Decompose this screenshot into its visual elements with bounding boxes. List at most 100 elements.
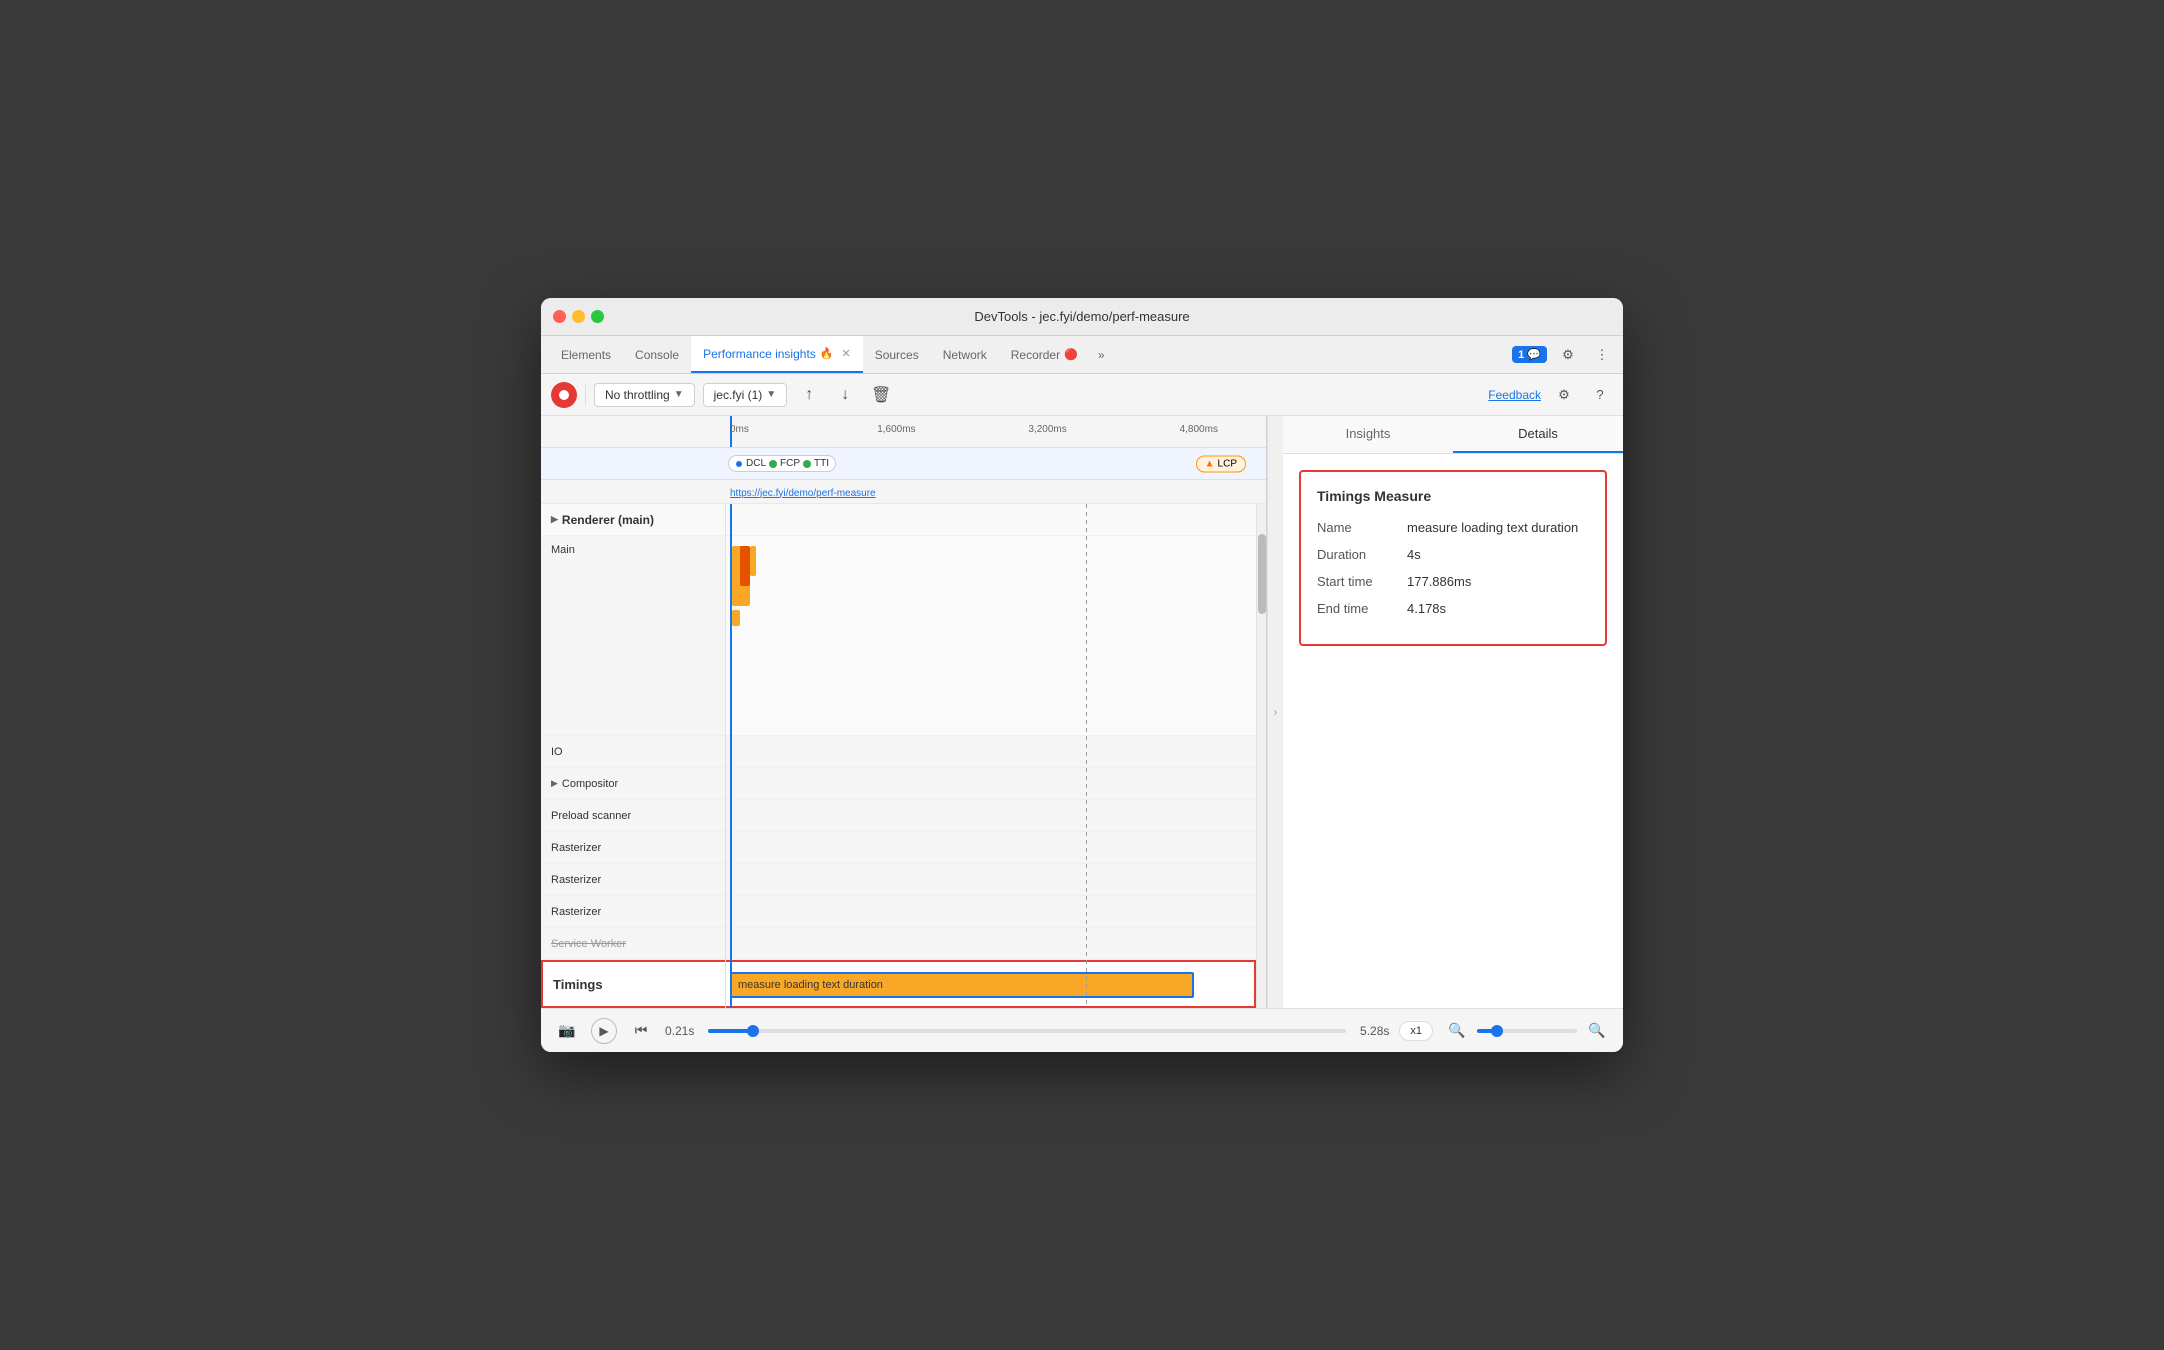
compositor-expand-icon[interactable]: ▶ [551, 778, 558, 789]
tti-label: TTI [814, 458, 829, 469]
tab-recorder[interactable]: Recorder 🔴 [999, 336, 1090, 373]
url-bar-right: https://jec.fyi/demo/perf-measure [726, 483, 1266, 501]
ruler-right: 0ms 1,600ms 3,200ms 4,800ms [726, 416, 1266, 447]
delete-icon[interactable]: 🗑 [867, 381, 895, 409]
record-button[interactable] [551, 382, 577, 408]
play-button[interactable]: ▶ [591, 1018, 617, 1044]
dcl-label: DCL [746, 458, 766, 469]
timings-track-row[interactable]: measure loading text duration [726, 960, 1256, 1008]
vertical-cursor [730, 504, 732, 1008]
screenshot-icon[interactable]: 📷 [553, 1017, 581, 1045]
panel-chevron[interactable]: › [1267, 416, 1283, 1008]
window-title: DevTools - jec.fyi/demo/perf-measure [974, 309, 1189, 324]
site-label: jec.fyi (1) [714, 388, 763, 402]
marker-0: 0ms [730, 424, 749, 435]
renderer-expand-icon[interactable]: ▶ [551, 514, 558, 525]
dcl-milestone: DCL FCP TTI [728, 455, 836, 472]
tab-elements[interactable]: Elements [549, 336, 623, 373]
maximize-button[interactable] [591, 310, 604, 323]
preload-track-row [726, 800, 1256, 832]
throttling-label: No throttling [605, 388, 670, 402]
tabbar-right: 1 💬 ⚙ ⋮ [1512, 336, 1615, 373]
rasterizer2-track-label: Rasterizer [541, 864, 725, 896]
detail-value-name: measure loading text duration [1407, 520, 1578, 535]
detail-label-name: Name [1317, 520, 1407, 535]
tab-sources-label: Sources [875, 348, 919, 362]
right-panel: Insights Details Timings Measure Name me… [1283, 416, 1623, 1008]
slider-thumb[interactable] [747, 1025, 759, 1037]
renderer-track-label: ▶ Renderer (main) [541, 504, 725, 536]
tab-close-icon[interactable]: ✕ [841, 347, 850, 360]
lcp-triangle-icon: ▲ [1205, 458, 1215, 469]
toolbar-right: Feedback ⚙ ? [1488, 382, 1613, 408]
rasterizer2-track-row [726, 864, 1256, 896]
speed-label: x1 [1410, 1025, 1422, 1037]
download-icon[interactable]: ↓ [831, 381, 859, 409]
zoom-in-icon[interactable]: 🔍 [1583, 1017, 1611, 1045]
marker-1600: 1,600ms [877, 424, 915, 435]
lcp-milestone: ▲ LCP [1196, 455, 1246, 472]
close-button[interactable] [553, 310, 566, 323]
service-worker-track-row [726, 928, 1256, 960]
tab-console[interactable]: Console [623, 336, 691, 373]
renderer-label: Renderer (main) [562, 513, 654, 527]
tabbar: Elements Console Performance insights 🔥 … [541, 336, 1623, 374]
main-track-row [726, 536, 1256, 736]
dcl-dot [735, 460, 743, 468]
vertical-dashed-cursor [1086, 504, 1087, 1008]
timeline-panel: 0ms 1,600ms 3,200ms 4,800ms DCL FCP [541, 416, 1267, 1008]
detail-label-start: Start time [1317, 574, 1407, 589]
detail-label-duration: Duration [1317, 547, 1407, 562]
tab-console-label: Console [635, 348, 679, 362]
help-icon[interactable]: ? [1587, 382, 1613, 408]
tab-details[interactable]: Details [1453, 416, 1623, 453]
feedback-link[interactable]: Feedback [1488, 388, 1541, 402]
time-ruler: 0ms 1,600ms 3,200ms 4,800ms [541, 416, 1266, 448]
tab-insights-label: Insights [1346, 426, 1391, 441]
page-url[interactable]: https://jec.fyi/demo/perf-measure [730, 488, 876, 499]
timings-track-label: Timings [541, 960, 725, 1008]
tab-network-label: Network [943, 348, 987, 362]
skip-start-icon[interactable]: ⏮ [627, 1017, 655, 1045]
throttling-arrow-icon: ▼ [674, 389, 684, 400]
main-track-label: Main [541, 536, 725, 736]
zoom-controls: 🔍 🔍 [1443, 1017, 1611, 1045]
more-tabs-button[interactable]: » [1090, 336, 1113, 373]
zoom-out-icon[interactable]: 🔍 [1443, 1017, 1471, 1045]
service-worker-track-label: Service Worker [541, 928, 725, 960]
scrollbar-thumb[interactable] [1258, 534, 1266, 614]
timings-measure-bar[interactable]: measure loading text duration [730, 972, 1194, 998]
chat-badge[interactable]: 1 💬 [1512, 346, 1547, 363]
tab-performance-insights[interactable]: Performance insights 🔥 ✕ [691, 336, 863, 373]
more-options-icon[interactable]: ⋮ [1589, 342, 1615, 368]
zoom-slider[interactable] [1477, 1029, 1577, 1033]
minimize-button[interactable] [572, 310, 585, 323]
toolbar-settings-icon[interactable]: ⚙ [1551, 382, 1577, 408]
bottom-bar: 📷 ▶ ⏮ 0.21s 5.28s x1 🔍 🔍 [541, 1008, 1623, 1052]
renderer-track-row [726, 504, 1256, 536]
scrollbar-track[interactable] [1256, 504, 1266, 1008]
throttling-dropdown[interactable]: No throttling ▼ [594, 383, 695, 407]
details-content: Timings Measure Name measure loading tex… [1283, 454, 1623, 1008]
detail-value-duration: 4s [1407, 547, 1421, 562]
tti-dot [803, 460, 811, 468]
tab-sources[interactable]: Sources [863, 336, 931, 373]
detail-row-start: Start time 177.886ms [1317, 574, 1589, 589]
zoom-thumb[interactable] [1491, 1025, 1503, 1037]
settings-icon[interactable]: ⚙ [1555, 342, 1581, 368]
tracks-content[interactable]: measure loading text duration [726, 504, 1256, 1008]
more-tabs-icon: » [1098, 348, 1105, 362]
detail-row-name: Name measure loading text duration [1317, 520, 1589, 535]
marker-3200: 3,200ms [1028, 424, 1066, 435]
speed-badge[interactable]: x1 [1399, 1021, 1433, 1041]
time-start-label: 0.21s [665, 1024, 694, 1038]
tab-network[interactable]: Network [931, 336, 999, 373]
milestones-bar: DCL FCP TTI ▲ LCP [541, 448, 1266, 480]
timeline-slider[interactable] [708, 1029, 1346, 1033]
milestones-right: DCL FCP TTI ▲ LCP [726, 448, 1266, 479]
tab-insights[interactable]: Insights [1283, 416, 1453, 453]
details-title: Timings Measure [1317, 488, 1589, 504]
tracks-container: ▶ Renderer (main) Main IO ▶ Compositor P… [541, 504, 1266, 1008]
site-dropdown[interactable]: jec.fyi (1) ▼ [703, 383, 788, 407]
upload-icon[interactable]: ↑ [795, 381, 823, 409]
